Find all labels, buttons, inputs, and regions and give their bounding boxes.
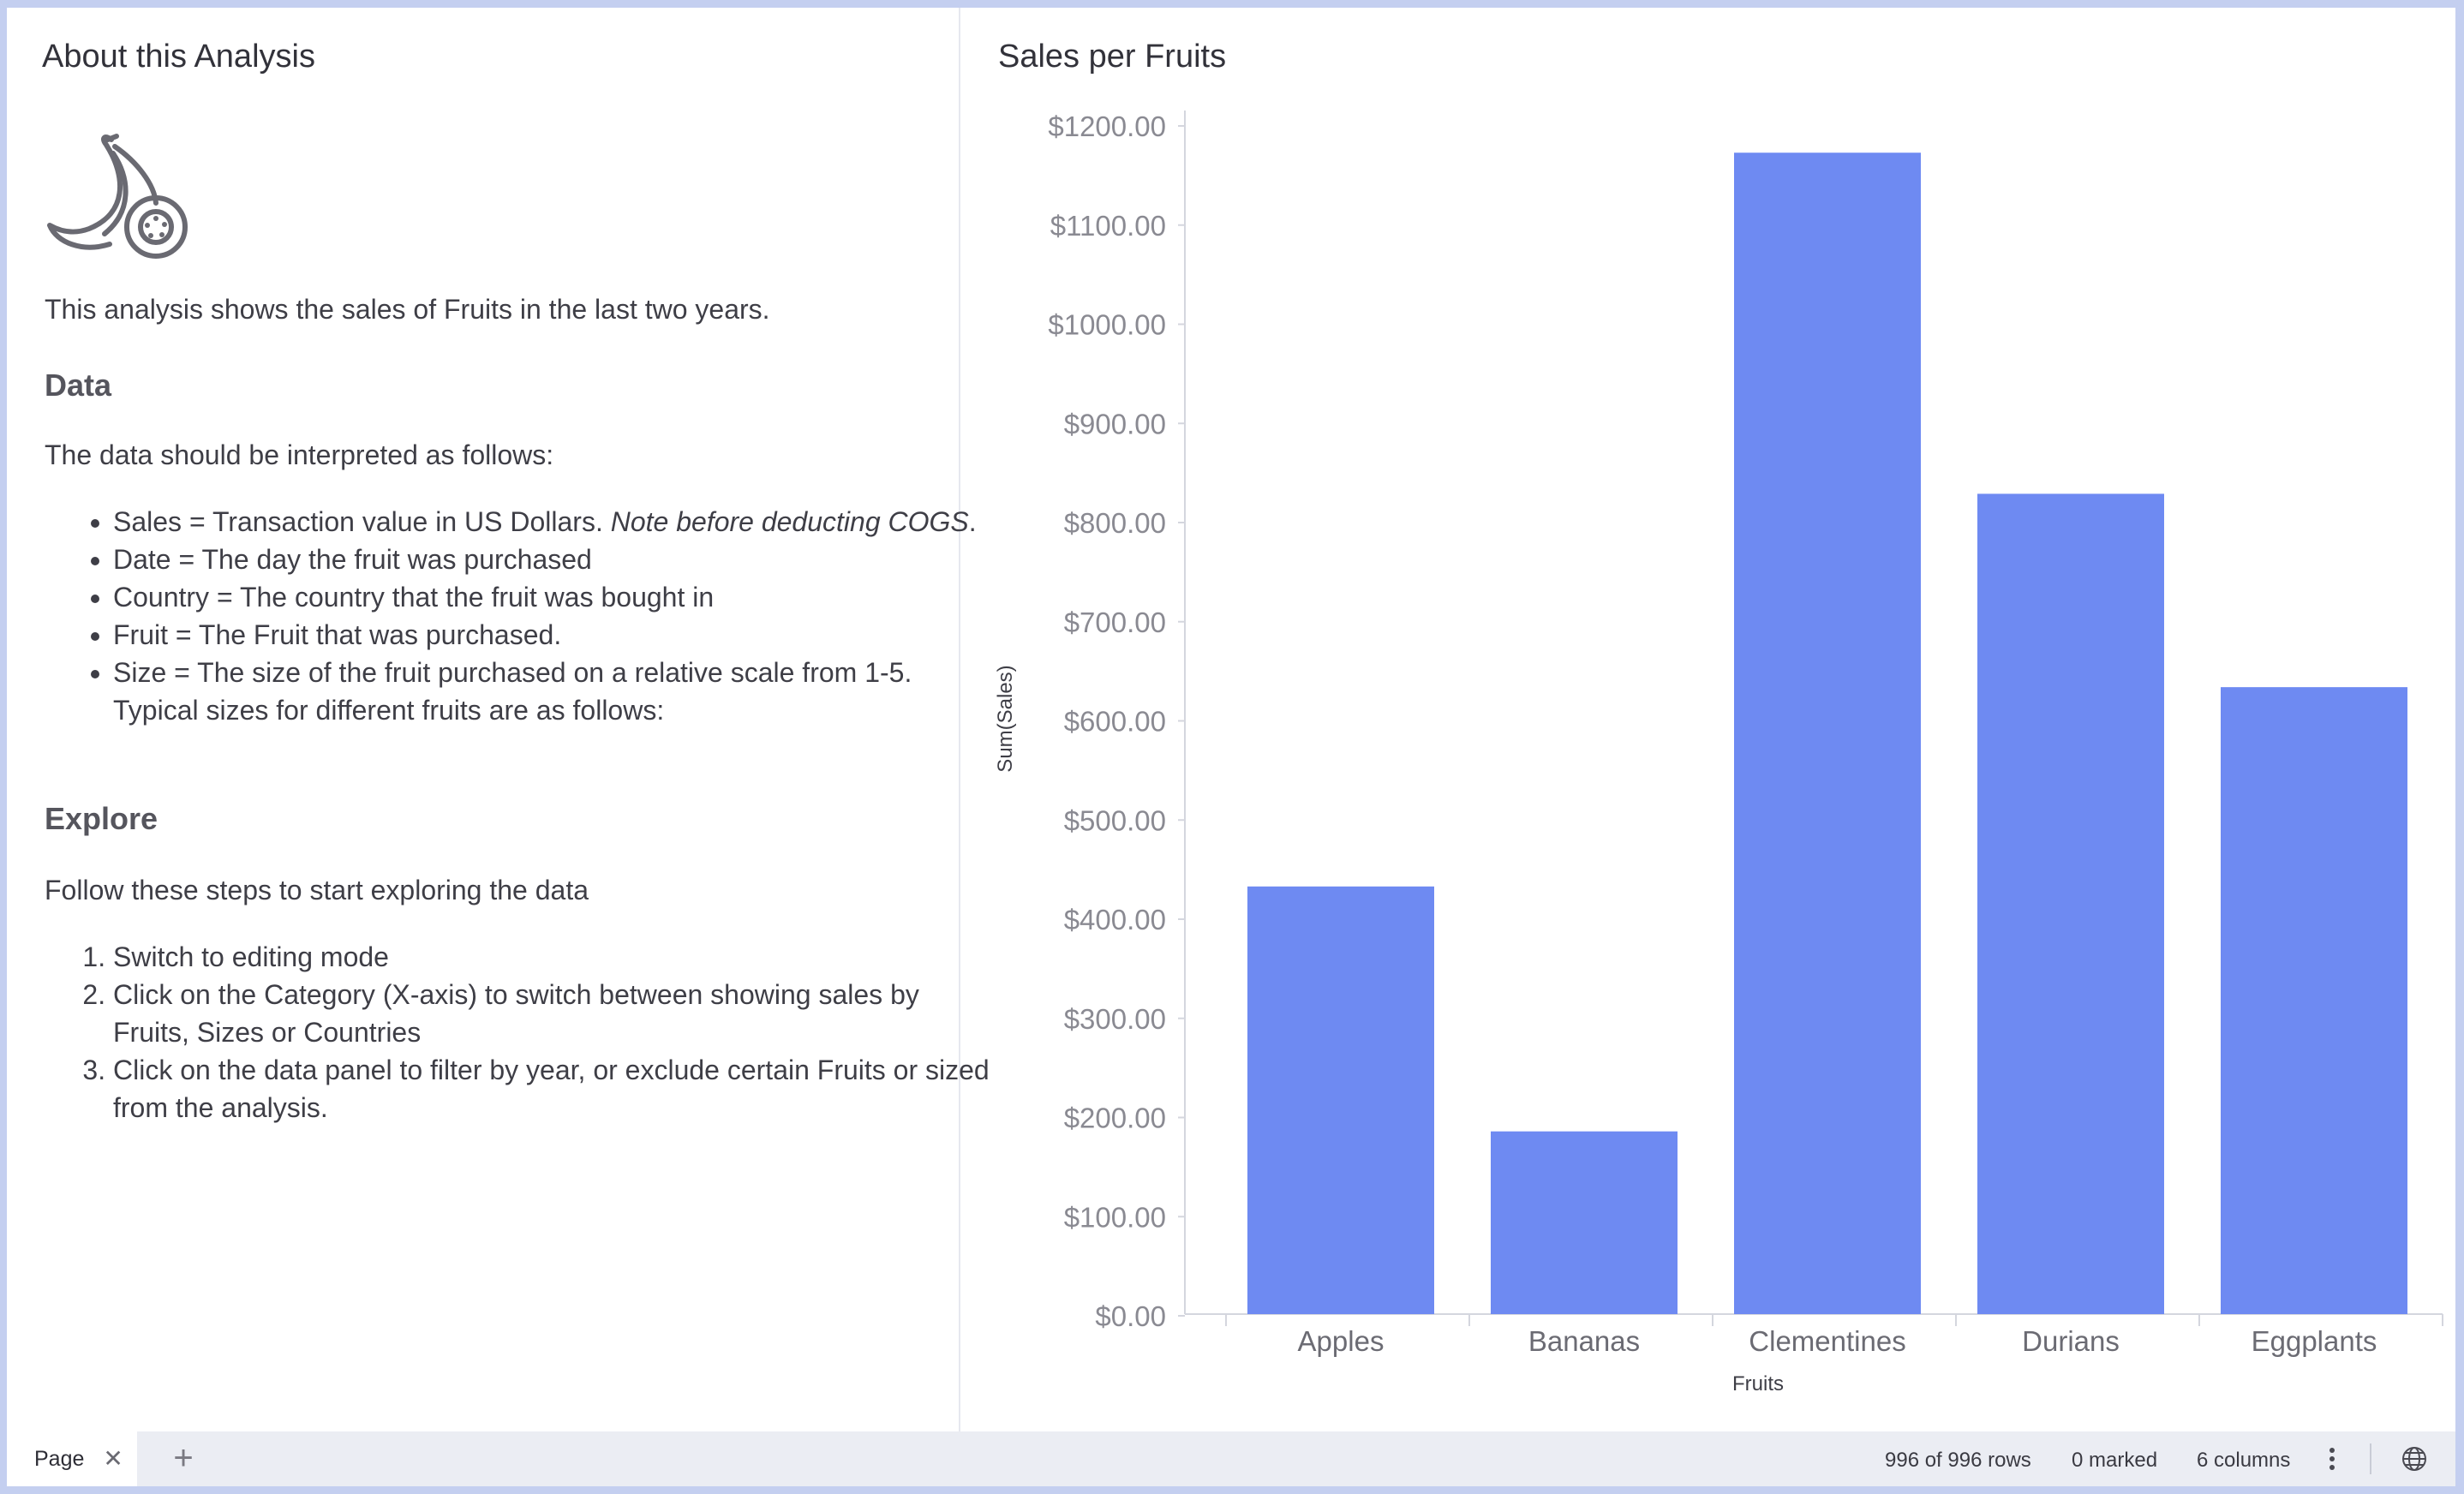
bullet-note: Note before deducting COGS — [610, 506, 969, 537]
x-tick-label[interactable]: Clementines — [1749, 1325, 1905, 1357]
data-definitions-list: Sales = Transaction value in US Dollars.… — [45, 503, 996, 729]
list-item: Click on the Category (X-axis) to switch… — [113, 976, 996, 1051]
y-tick-label: $300.00 — [1064, 1003, 1166, 1035]
y-tick-label: $0.00 — [1095, 1300, 1166, 1332]
list-item: Country = The country that the fruit was… — [113, 578, 996, 616]
bar-durians[interactable] — [1977, 493, 2164, 1314]
y-tick-label: $600.00 — [1064, 706, 1166, 738]
y-tick-label: $200.00 — [1064, 1103, 1166, 1134]
tab-page[interactable]: Page ✕ — [7, 1431, 137, 1486]
plus-icon[interactable]: + — [164, 1440, 202, 1478]
chart-panel: $0.00 $100.00 $200.00 $300.00 $400.00 $500.00… — [960, 8, 2455, 1431]
y-tick-label: $500.00 — [1064, 804, 1166, 836]
y-tick-label: $1100.00 — [1050, 210, 1166, 242]
explore-intro-text: Follow these steps to start exploring th… — [45, 875, 589, 905]
marked-count: 0 marked — [2072, 1449, 2158, 1472]
bar-clementines[interactable] — [1734, 152, 1921, 1315]
y-tick-label: $800.00 — [1064, 507, 1166, 539]
bullet-text: Sales = Transaction value in US Dollars. — [113, 506, 611, 537]
x-tick-label[interactable]: Eggplants — [2252, 1325, 2377, 1357]
y-tick-label: $400.00 — [1064, 904, 1166, 935]
list-item: Fruit = The Fruit that was purchased. — [113, 616, 996, 654]
about-panel: About this Analysis This analysis shows … — [7, 8, 990, 1431]
data-intro-text: The data should be interpreted as follow… — [45, 439, 554, 470]
y-tick-label: $700.00 — [1064, 607, 1166, 638]
explore-steps-list: Switch to editing mode Click on the Cate… — [45, 938, 996, 1126]
data-heading: Data — [45, 368, 112, 403]
bar-apples[interactable] — [1247, 886, 1434, 1314]
close-icon[interactable]: ✕ — [103, 1447, 123, 1471]
chart-title: Sales per Fruits — [998, 39, 1227, 75]
column-count: 6 columns — [2197, 1449, 2291, 1472]
bar-bananas[interactable] — [1491, 1131, 1678, 1314]
bar-chart[interactable]: $0.00 $100.00 $200.00 $300.00 $400.00 $500.00… — [960, 8, 2455, 1431]
x-tick-label[interactable]: Durians — [2022, 1325, 2120, 1357]
y-axis-title[interactable]: Sum(Sales) — [994, 665, 1017, 772]
explore-heading: Explore — [45, 801, 158, 836]
list-item: Sales = Transaction value in US Dollars.… — [113, 503, 996, 541]
x-tick-label[interactable]: Bananas — [1528, 1325, 1640, 1357]
status-bar: Page ✕ + 996 of 996 rows 0 marked 6 colu… — [7, 1431, 2455, 1486]
bar-eggplants[interactable] — [2221, 687, 2407, 1314]
x-axis-title[interactable]: Fruits — [1732, 1372, 1784, 1395]
list-item: Size = The size of the fruit purchased o… — [113, 654, 996, 729]
divider — [2370, 1443, 2371, 1474]
intro-text: This analysis shows the sales of Fruits … — [45, 294, 770, 325]
tab-page-label: Page — [34, 1446, 85, 1471]
more-vertical-icon[interactable] — [2322, 1443, 2342, 1474]
banana-kiwi-icon — [47, 134, 188, 259]
about-panel-title: About this Analysis — [42, 39, 315, 75]
row-count: 996 of 996 rows — [1885, 1449, 2031, 1472]
x-tick-label[interactable]: Apples — [1298, 1325, 1385, 1357]
y-tick-label: $100.00 — [1064, 1201, 1166, 1233]
list-item: Date = The day the fruit was purchased — [113, 541, 996, 578]
y-tick-label: $900.00 — [1064, 408, 1166, 439]
y-tick-label: $1000.00 — [1048, 309, 1166, 341]
y-tick-label: $1200.00 — [1048, 111, 1166, 142]
list-item: Click on the data panel to filter by yea… — [113, 1051, 996, 1126]
list-item: Switch to editing mode — [113, 938, 996, 976]
globe-icon[interactable] — [2401, 1445, 2428, 1473]
app-window: About this Analysis This analysis shows … — [7, 8, 2455, 1486]
